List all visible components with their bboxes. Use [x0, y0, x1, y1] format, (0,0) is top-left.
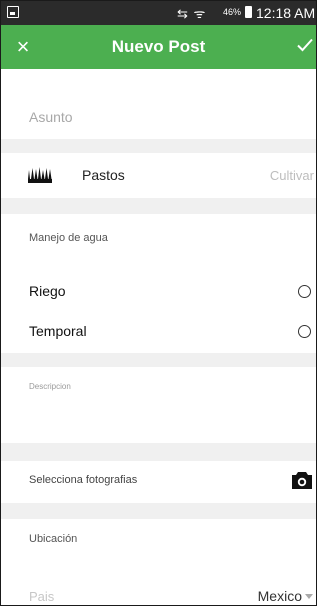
status-time: 12:18 AM	[256, 5, 316, 21]
section-divider	[1, 443, 316, 461]
country-label: Pais	[29, 589, 55, 604]
crop-selector[interactable]: Pastos Cultivar	[1, 153, 316, 198]
description-input[interactable]	[1, 396, 316, 441]
battery-percent: 46%	[223, 7, 242, 17]
select-photos-row[interactable]: Selecciona fotografias	[1, 461, 316, 501]
notification-icon	[7, 6, 19, 18]
app-screen: ⇆ ᯤ 46% 12:18 AM Nuevo Post × Pastos Cul…	[0, 0, 317, 606]
camera-icon[interactable]	[291, 471, 313, 490]
country-select[interactable]: Mexico	[236, 585, 316, 605]
location-label: Ubicación	[29, 533, 78, 545]
status-bar: ⇆ ᯤ 46% 12:18 AM	[1, 1, 316, 25]
battery-icon	[245, 6, 252, 18]
country-value: Mexico	[257, 588, 302, 604]
option-temporal[interactable]: Temporal	[1, 317, 316, 347]
water-management-label: Manejo de agua	[29, 232, 108, 244]
connectivity-icons: ⇆ ᯤ	[177, 6, 207, 21]
section-divider	[1, 353, 316, 367]
temporal-radio[interactable]	[298, 325, 311, 338]
grass-icon	[28, 167, 52, 183]
option-riego[interactable]: Riego	[1, 277, 316, 307]
dropdown-arrow-icon	[305, 594, 313, 599]
subject-input[interactable]	[1, 95, 316, 139]
page-title: Nuevo Post	[111, 37, 206, 56]
riego-radio[interactable]	[298, 285, 311, 298]
description-label: Descripcion	[29, 382, 71, 391]
spacer	[1, 69, 316, 95]
crop-name: Pastos	[82, 167, 125, 183]
select-photos-label: Selecciona fotografias	[29, 474, 138, 486]
section-divider	[1, 503, 316, 519]
crop-action-label: Cultivar	[269, 168, 314, 183]
submit-button[interactable]	[280, 25, 316, 69]
close-button[interactable]: ×	[1, 25, 45, 69]
option-label: Riego	[29, 283, 66, 299]
app-bar: Nuevo Post ×	[1, 25, 316, 69]
check-icon	[297, 38, 313, 52]
section-divider	[1, 198, 316, 214]
section-divider	[1, 139, 316, 153]
option-label: Temporal	[29, 323, 87, 339]
